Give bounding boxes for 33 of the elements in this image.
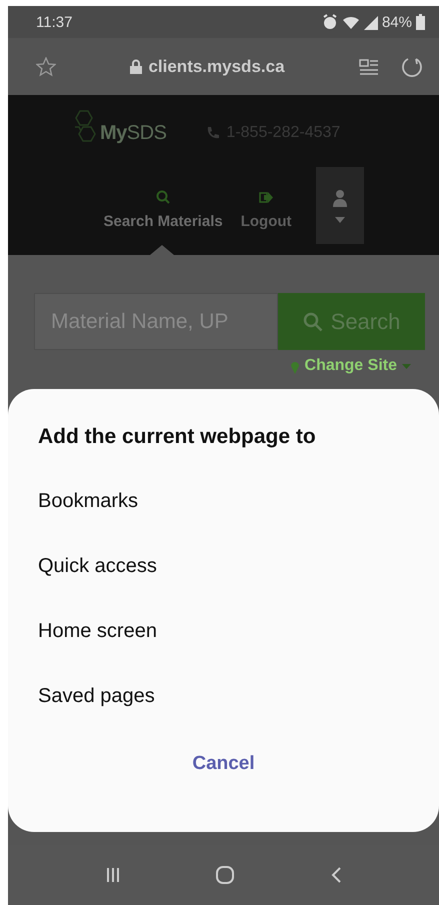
phone-icon [206,126,220,140]
selected-tab-pointer [150,245,174,255]
battery-percent: 84% [382,14,412,30]
status-time: 11:37 [36,14,72,30]
caret-icon [334,216,345,222]
reader-icon[interactable] [359,58,379,76]
search-icon [302,312,323,332]
menu-option[interactable]: Saved pages [38,664,155,729]
user-icon [332,188,347,206]
menu-option[interactable]: Quick access [38,534,157,599]
user-menu-button[interactable] [316,167,364,244]
refresh-icon[interactable] [401,56,423,78]
signal-icon [364,14,378,30]
back-icon[interactable] [330,867,341,883]
recent-apps-icon[interactable] [106,867,120,883]
lock-icon [130,59,142,74]
menu-option[interactable]: Home screen [38,599,157,664]
logo-text: MySDS [100,122,166,144]
logout-icon [259,190,274,205]
wifi-icon [342,14,360,30]
url-text[interactable]: clients.mysds.ca [148,56,285,76]
search-icon [156,190,170,205]
sheet-title: Add the current webpage to [38,425,317,449]
nav-link[interactable]: Logout [240,190,292,244]
cancel-button[interactable]: Cancel [182,749,265,779]
caret-icon [402,364,411,368]
nav-link[interactable]: Search Materials [103,190,223,244]
alarm-icon [322,14,338,30]
change-site-link[interactable]: Change Site [284,356,417,376]
battery-icon [416,14,425,30]
home-icon[interactable] [216,866,234,884]
star-icon[interactable] [36,56,56,76]
menu-option[interactable]: Bookmarks [38,469,138,534]
